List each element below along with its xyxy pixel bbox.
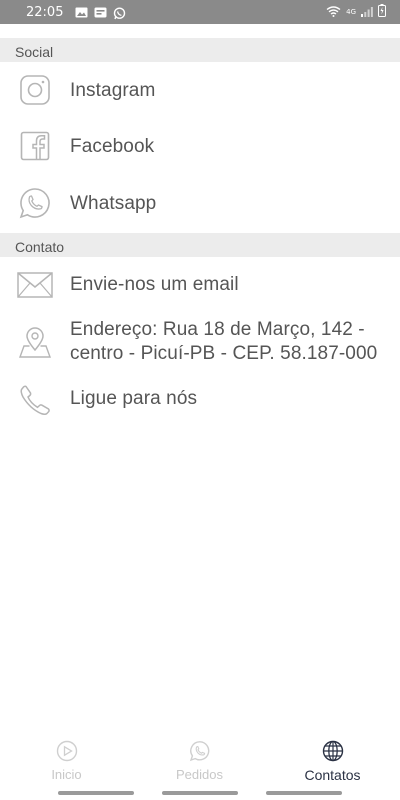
map-pin-icon [17, 324, 53, 360]
app-notification-icon [94, 7, 107, 18]
contact-item-label: Facebook [70, 136, 155, 157]
gesture-bar [0, 790, 400, 800]
contact-item-facebook[interactable]: Facebook [0, 122, 400, 172]
nav-label: Contatos [304, 767, 361, 783]
bottom-nav: Inicio Pedidos Contatos [0, 736, 400, 790]
whatsapp-icon [189, 740, 211, 762]
whatsapp-icon [17, 185, 53, 221]
instagram-icon [17, 72, 53, 108]
contact-item-whatsapp[interactable]: Whatsapp [0, 179, 400, 229]
status-right: 4G [326, 4, 386, 20]
signal-icon [361, 4, 373, 20]
gesture-segment [58, 791, 134, 795]
wifi-icon [326, 4, 341, 20]
network-type: 4G [346, 7, 356, 16]
top-gap [0, 24, 400, 38]
facebook-icon [17, 128, 53, 164]
status-bar: 22:05 4G [0, 0, 400, 24]
nav-item-inicio[interactable]: Inicio [0, 736, 133, 790]
whatsapp-icon [113, 6, 126, 19]
section-header-social: Social [0, 38, 400, 62]
contact-item-instagram[interactable]: Instagram [0, 66, 400, 116]
contact-item-label: Envie-nos um email [70, 274, 239, 295]
contact-item-label: Whatsapp [70, 193, 157, 214]
contact-item-label: Ligue para nós [70, 388, 198, 409]
contact-item-phone[interactable]: Ligue para nós [0, 378, 400, 422]
nav-item-contatos[interactable]: Contatos [266, 736, 399, 790]
nav-label: Pedidos [176, 767, 223, 782]
contact-item-email[interactable]: Envie-nos um email [0, 262, 400, 308]
nav-item-pedidos[interactable]: Pedidos [133, 736, 266, 790]
nav-label: Inicio [51, 767, 82, 782]
gesture-segment [162, 791, 238, 795]
section-header-contato: Contato [0, 233, 400, 257]
contact-item-label: Endereço: Rua 18 de Março, 142 - centro … [70, 319, 378, 364]
image-icon [75, 7, 88, 18]
play-circle-icon [56, 740, 78, 762]
mail-icon [17, 267, 53, 303]
contact-item-address[interactable]: Endereço: Rua 18 de Março, 142 - centro … [0, 318, 400, 366]
status-time: 22:05 [26, 4, 64, 20]
contact-item-label: Instagram [70, 80, 156, 101]
gesture-segment [266, 791, 342, 795]
globe-icon [322, 740, 344, 762]
battery-icon [378, 4, 386, 20]
status-left: 22:05 [26, 5, 126, 20]
phone-icon [17, 382, 53, 418]
